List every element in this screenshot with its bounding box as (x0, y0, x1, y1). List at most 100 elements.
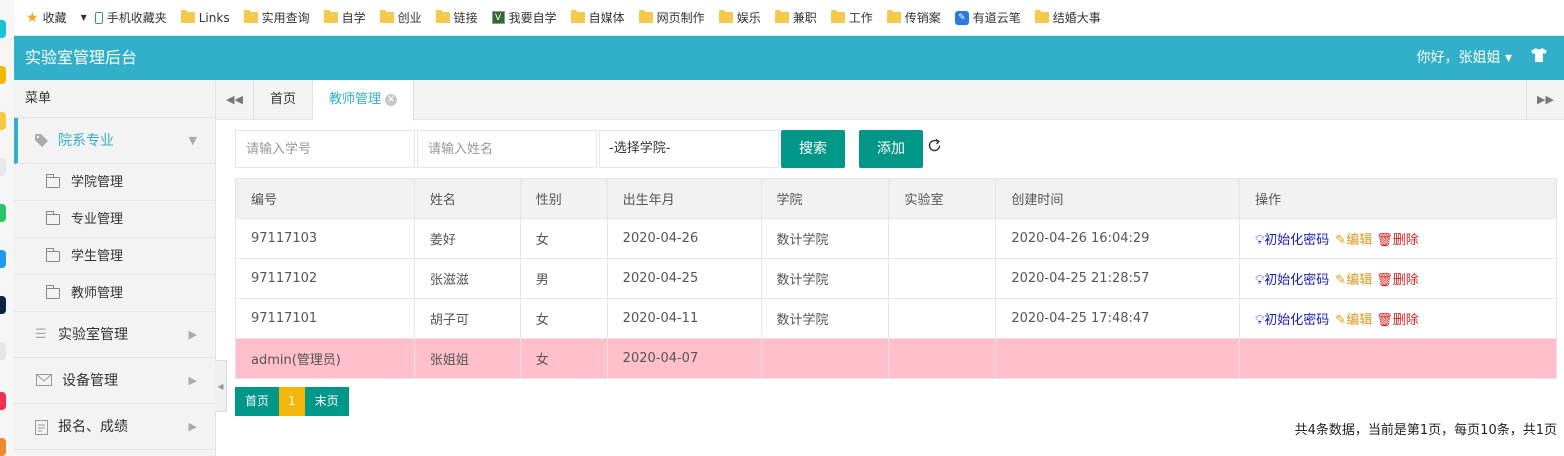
bookmark-item[interactable]: 网页制作 (638, 9, 705, 26)
table-cell-lab (888, 298, 997, 339)
bookmark-label: Links (198, 10, 230, 25)
delete-link[interactable]: 🗑︎删除 (1376, 233, 1419, 248)
edit-link[interactable]: ✎编辑 (1335, 313, 1372, 328)
sidebar-group-departments[interactable]: 院系专业 ▼ (14, 118, 215, 164)
bookmark-item[interactable]: 手机收藏夹 (94, 9, 167, 26)
bookmark-item[interactable]: 工作 (830, 9, 873, 26)
sidebar-collapse-handle[interactable]: ◀ (215, 360, 227, 412)
search-button[interactable]: 搜索 (781, 130, 845, 168)
folder-icon (379, 10, 394, 23)
bookmark-label: 网页制作 (656, 11, 705, 25)
app-shortcut-icon[interactable] (0, 392, 6, 410)
sidebar: 菜单 院系专业 ▼ 学院管理 专业管理 学生管理 教师管理 ☰ 实验室管理 ▶ … (14, 80, 216, 456)
bookmark-item[interactable]: 链接 (435, 9, 478, 26)
user-menu[interactable]: 你好，张姐姐 ▾ (1417, 36, 1512, 80)
sidebar-item-college[interactable]: 学院管理 (14, 164, 215, 201)
app-shortcut-icon[interactable] (0, 158, 6, 176)
column-header: 学院 (760, 178, 890, 219)
table-cell-lab (888, 218, 997, 259)
column-header: 性别 (519, 178, 608, 219)
bookmark-item[interactable]: 自媒体 (570, 9, 625, 26)
reset-password-link[interactable]: 💡︎初始化密码 (1255, 273, 1329, 288)
folder-icon (718, 10, 733, 23)
first-page-button[interactable]: 首页 (235, 387, 280, 416)
reset-password-link[interactable]: 💡︎初始化密码 (1255, 313, 1329, 328)
table-cell-birth: 2020-04-11 (606, 298, 762, 339)
refresh-icon[interactable] (927, 138, 942, 157)
youdao-icon: ✎ (954, 10, 969, 25)
sidebar-group-equipment[interactable]: 设备管理 ▶ (14, 358, 215, 404)
table-cell-id: 97117101 (235, 298, 415, 339)
name-input[interactable] (417, 130, 597, 168)
lightbulb-icon: 💡︎ (1255, 313, 1265, 328)
table-cell-gender: 女 (519, 338, 608, 379)
folder-icon (886, 10, 901, 23)
table-header-row: 编号 姓名 性别 出生年月 学院 实验室 创建时间 操作 (235, 178, 1557, 219)
bookmark-item[interactable]: V 我要自学 (491, 9, 557, 26)
bookmark-item[interactable]: 娱乐 (718, 9, 761, 26)
action-label: 删除 (1392, 233, 1419, 248)
action-label: 删除 (1392, 313, 1419, 328)
college-select[interactable]: -选择学院- (599, 130, 779, 168)
sidebar-group-enroll[interactable]: 报名、成绩 ▶ (14, 404, 215, 450)
bookmark-item[interactable]: Links (180, 10, 230, 25)
bookmark-item[interactable]: 结婚大事 (1034, 9, 1101, 26)
star-icon: ★ (26, 9, 39, 26)
bookmark-item[interactable]: ✎ 有道云笔 (954, 9, 1021, 26)
scroll-right-icon[interactable]: ▶▶ (1526, 80, 1564, 120)
bookmark-label: 传销案 (904, 11, 941, 25)
sidebar-item-major[interactable]: 专业管理 (14, 201, 215, 238)
reset-password-link[interactable]: 💡︎初始化密码 (1255, 233, 1329, 248)
column-header: 操作 (1239, 178, 1557, 219)
app-shortcut-icon[interactable] (0, 112, 6, 130)
app-shortcut-icon[interactable] (0, 296, 6, 314)
bookmark-item[interactable]: ★ 收藏 (26, 9, 67, 26)
last-page-button[interactable]: 末页 (304, 387, 349, 416)
app-shortcut-icon[interactable] (0, 66, 6, 84)
table-cell-created: 2020-04-25 17:48:47 (995, 298, 1241, 339)
sidebar-group-label: 报名、成绩 (58, 419, 128, 435)
action-label: 初始化密码 (1264, 273, 1330, 288)
table-cell-actions: 💡︎初始化密码 ✎编辑 🗑︎删除 (1239, 218, 1557, 259)
tab-home[interactable]: 首页 (254, 80, 314, 120)
sidebar-group-lab[interactable]: ☰ 实验室管理 ▶ (14, 312, 215, 358)
table-cell-name: 胡子可 (413, 298, 521, 339)
table-cell-created: 2020-04-26 16:04:29 (995, 218, 1241, 259)
app-shortcut-icon[interactable] (0, 342, 6, 360)
bookmark-item[interactable]: 兼职 (774, 9, 817, 26)
shirt-icon[interactable] (1530, 48, 1548, 66)
table-row: 97117103 姜好女 2020-04-26 数计学院 2020-04-26 16:0… (235, 218, 1557, 259)
action-label: 删除 (1392, 273, 1419, 288)
bookmark-item[interactable]: 传销案 (886, 9, 941, 26)
add-button[interactable]: 添加 (859, 130, 923, 168)
column-header: 出生年月 (606, 178, 762, 219)
delete-link[interactable]: 🗑︎删除 (1376, 273, 1419, 288)
app-shortcut-icon[interactable] (0, 250, 6, 268)
edit-link[interactable]: ✎编辑 (1335, 233, 1372, 248)
lightbulb-icon: 💡︎ (1255, 233, 1265, 248)
bookmark-item[interactable]: 创业 (379, 9, 422, 26)
app-shortcut-icon[interactable] (0, 20, 6, 38)
scroll-left-icon[interactable]: ◀◀ (216, 80, 254, 120)
caret-down-icon[interactable]: ▼ (81, 13, 87, 22)
trash-icon: 🗑︎ (1376, 313, 1393, 328)
bookmark-item[interactable]: 自学 (323, 9, 366, 26)
bookmark-label: 创业 (397, 11, 422, 25)
sidebar-item-teacher[interactable]: 教师管理 (14, 275, 215, 312)
close-icon[interactable]: ✕ (385, 93, 398, 106)
delete-link[interactable]: 🗑︎删除 (1376, 313, 1419, 328)
table-cell-actions: 💡︎初始化密码 ✎编辑 🗑︎删除 (1239, 298, 1557, 339)
table-cell-id: 97117102 (235, 258, 415, 299)
tab-teacher-management[interactable]: 教师管理 ✕ (313, 80, 415, 121)
edit-link[interactable]: ✎编辑 (1335, 273, 1372, 288)
current-page-button[interactable]: 1 (279, 387, 305, 416)
student-id-input[interactable] (235, 130, 415, 168)
table-cell-name: 姜好 (413, 218, 521, 259)
teacher-table: 编号 姓名 性别 出生年月 学院 实验室 创建时间 操作 97117103 姜好女… (235, 178, 1557, 379)
table-cell-name: 张滋滋 (413, 258, 521, 299)
sidebar-item-student[interactable]: 学生管理 (14, 238, 215, 275)
table-cell-id: 97117103 (235, 218, 415, 259)
app-shortcut-icon[interactable] (0, 204, 6, 222)
app-shortcut-icon[interactable] (0, 438, 6, 456)
bookmark-item[interactable]: 实用查询 (243, 9, 310, 26)
